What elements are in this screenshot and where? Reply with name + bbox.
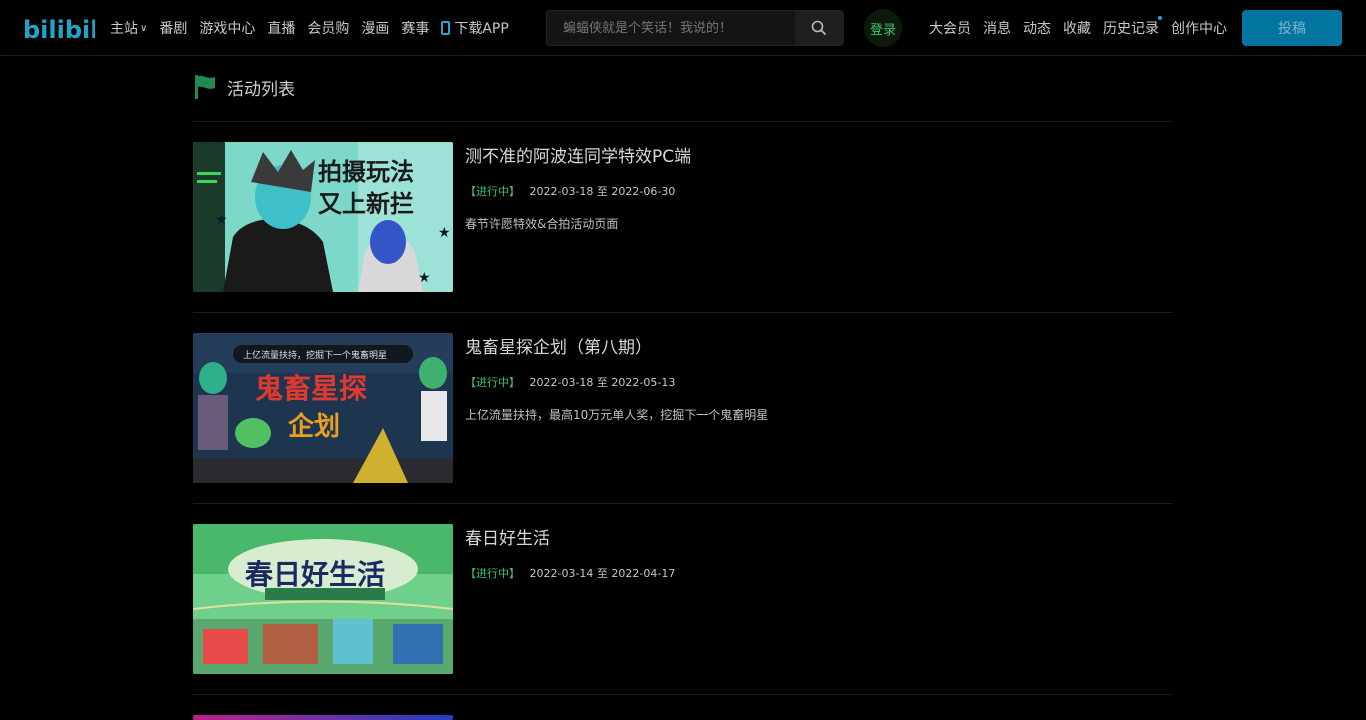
thumbnail-text: 拍摄玩法 bbox=[318, 158, 414, 186]
activity-item-partial bbox=[193, 715, 1173, 720]
nav-item-favorites[interactable]: 收藏 bbox=[1063, 18, 1091, 38]
main-nav: 主站 ∨ 番剧 游戏中心 直播 会员购 漫画 赛事 下载APP bbox=[110, 18, 521, 38]
nav-item-game-center[interactable]: 游戏中心 bbox=[199, 18, 255, 38]
divider bbox=[193, 312, 1173, 313]
activity-meta: 【进行中】 2022-03-18 至 2022-05-13 bbox=[465, 374, 768, 390]
search-button[interactable] bbox=[795, 11, 843, 45]
nav-item-label: 历史记录 bbox=[1103, 21, 1159, 37]
notification-dot bbox=[1158, 16, 1162, 20]
chevron-down-icon: ∨ bbox=[140, 22, 148, 34]
nav-item-label: 收藏 bbox=[1063, 21, 1091, 37]
date-range: 2022-03-18 至 2022-06-30 bbox=[529, 185, 676, 198]
divider bbox=[193, 503, 1173, 504]
activity-title[interactable]: 春日好生活 bbox=[465, 524, 675, 549]
date-range: 2022-03-14 至 2022-04-17 bbox=[529, 567, 676, 580]
activity-title[interactable]: 测不准的阿波连同学特效PC端 bbox=[465, 142, 691, 167]
activity-description: 上亿流量扶持，最高10万元单人奖，挖掘下一个鬼畜明星 bbox=[465, 408, 769, 422]
nav-item-download-app[interactable]: 下载APP bbox=[441, 18, 509, 38]
search-icon bbox=[811, 20, 827, 36]
status-badge: 【进行中】 bbox=[465, 567, 520, 580]
activity-title[interactable]: 鬼畜星探企划（第八期） bbox=[465, 333, 768, 358]
activity-meta: 【进行中】 2022-03-18 至 2022-06-30 bbox=[465, 183, 691, 199]
star-icon: ★ bbox=[438, 225, 451, 241]
user-nav: 大会员 消息 动态 收藏 历史记录 创作中心 bbox=[929, 18, 1239, 38]
activity-item: 上亿流量扶持，挖掘下一个鬼畜明星 鬼畜星探 企划 鬼畜星探企划（第八期） 【进行… bbox=[193, 333, 1173, 483]
date-range: 2022-03-18 至 2022-05-13 bbox=[529, 376, 676, 389]
login-avatar-button[interactable]: 登录 bbox=[864, 9, 902, 47]
activity-info: 春日好生活 【进行中】 2022-03-14 至 2022-04-17 bbox=[465, 524, 675, 581]
activity-thumbnail[interactable] bbox=[193, 715, 453, 720]
nav-item-label: 会员购 bbox=[307, 21, 350, 37]
thumbnail-text: 又上新拦 bbox=[318, 190, 414, 218]
section-header: 活动列表 bbox=[193, 74, 295, 100]
nav-item-live[interactable]: 直播 bbox=[267, 18, 295, 38]
login-label: 登录 bbox=[869, 22, 896, 38]
activity-thumbnail[interactable]: 春日好生活 bbox=[193, 524, 453, 674]
activity-item: 拍摄玩法 又上新拦 ★ ★ ★ 测不准的阿波连同学特效PC端 【进行中】 202… bbox=[193, 142, 1173, 292]
nav-item-label: 主站 bbox=[110, 21, 138, 37]
activity-thumbnail[interactable]: 拍摄玩法 又上新拦 ★ ★ ★ bbox=[193, 142, 453, 292]
thumbnail-text: 春日好生活 bbox=[245, 558, 385, 591]
status-badge: 【进行中】 bbox=[465, 376, 520, 389]
nav-item-manga[interactable]: 漫画 bbox=[361, 18, 389, 38]
nav-item-label: 游戏中心 bbox=[199, 21, 256, 37]
thumbnail-text: 上亿流量扶持，挖掘下一个鬼畜明星 bbox=[243, 349, 387, 361]
activity-description: 春节许愿特效&合拍活动页面 bbox=[465, 217, 619, 231]
nav-item-dynamics[interactable]: 动态 bbox=[1023, 18, 1051, 38]
nav-item-label: 创作中心 bbox=[1171, 21, 1227, 37]
divider bbox=[193, 694, 1173, 695]
nav-item-label: 漫画 bbox=[361, 21, 390, 37]
phone-icon bbox=[441, 21, 451, 35]
activity-meta: 【进行中】 2022-03-14 至 2022-04-17 bbox=[465, 565, 675, 581]
section-title: 活动列表 bbox=[227, 79, 295, 100]
nav-item-vip[interactable]: 大会员 bbox=[929, 18, 971, 38]
post-label: 投稿 bbox=[1278, 21, 1306, 37]
nav-item-label: 动态 bbox=[1023, 21, 1051, 37]
nav-item-label: 消息 bbox=[983, 21, 1011, 37]
nav-item-home[interactable]: 主站 ∨ bbox=[110, 18, 147, 38]
search-box bbox=[546, 10, 844, 46]
thumbnail-text: 企划 bbox=[288, 411, 340, 442]
star-icon: ★ bbox=[418, 270, 431, 286]
activity-item: 春日好生活 春日好生活 【进行中】 2022-03-14 至 2022-04-1… bbox=[193, 524, 1173, 674]
nav-item-label: 番剧 bbox=[159, 21, 188, 37]
activity-info: 测不准的阿波连同学特效PC端 【进行中】 2022-03-18 至 2022-0… bbox=[465, 142, 691, 232]
star-icon: ★ bbox=[215, 212, 228, 228]
top-header: bilibili 主站 ∨ 番剧 游戏中心 直播 会员购 漫画 赛事 下载APP… bbox=[0, 0, 1366, 56]
nav-item-shop[interactable]: 会员购 bbox=[307, 18, 349, 38]
activity-thumbnail[interactable]: 上亿流量扶持，挖掘下一个鬼畜明星 鬼畜星探 企划 bbox=[193, 333, 453, 483]
post-button[interactable]: 投稿 bbox=[1242, 10, 1342, 46]
flag-icon bbox=[195, 75, 215, 99]
status-badge: 【进行中】 bbox=[465, 185, 520, 198]
nav-item-messages[interactable]: 消息 bbox=[983, 18, 1011, 38]
thumbnail-text: 鬼畜星探 bbox=[255, 372, 367, 405]
nav-item-label: 大会员 bbox=[929, 21, 971, 37]
nav-item-label: 赛事 bbox=[401, 21, 430, 37]
divider bbox=[193, 121, 1173, 122]
nav-item-anime[interactable]: 番剧 bbox=[159, 18, 187, 38]
svg-text:bilibili: bilibili bbox=[23, 16, 95, 44]
nav-item-history[interactable]: 历史记录 bbox=[1103, 18, 1159, 38]
activity-info: 鬼畜星探企划（第八期） 【进行中】 2022-03-18 至 2022-05-1… bbox=[465, 333, 768, 423]
search-input[interactable] bbox=[547, 10, 795, 46]
nav-item-label: 直播 bbox=[267, 21, 296, 37]
nav-item-label: 下载APP bbox=[454, 21, 509, 37]
bilibili-logo[interactable]: bilibili bbox=[23, 10, 95, 46]
nav-item-esports[interactable]: 赛事 bbox=[401, 18, 429, 38]
nav-item-creator-center[interactable]: 创作中心 bbox=[1171, 18, 1227, 38]
